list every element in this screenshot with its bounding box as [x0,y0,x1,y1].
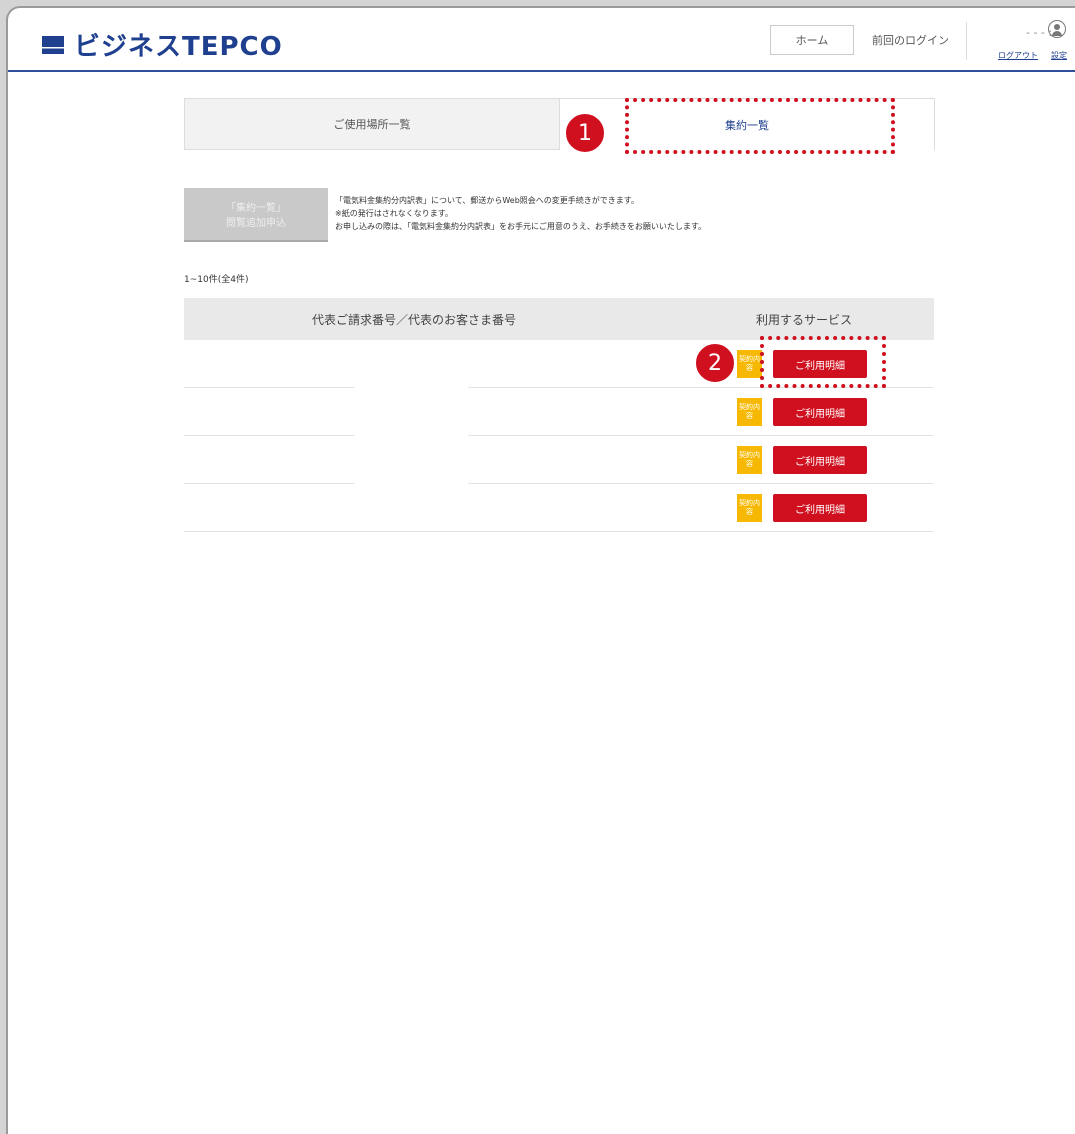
contract-details-button[interactable]: 契約内容 [737,446,762,474]
step-badge-2: 2 [694,342,736,384]
usage-details-button[interactable]: ご利用明細 [773,446,867,474]
table-header: 代表ご請求番号／代表のお客さま番号 利用するサービス [184,298,934,340]
consolidated-view-request-button[interactable]: 「集約一覧」 閲覧追加申込 [184,188,328,242]
table-row: 契約内容 ご利用明細 [184,484,934,532]
request-text-line3: お申し込みの際は、「電気料金集約分内訳表」をお手元にご用意のうえ、お手続きをお願… [335,222,707,231]
request-text-line2: ※紙の発行はされなくなります。 [335,209,453,218]
contract-details-button[interactable]: 契約内容 [737,398,762,426]
last-login-link[interactable]: 前回のログイン [872,32,949,48]
logo[interactable]: ビジネスTEPCO [42,26,283,63]
contract-details-button[interactable]: 契約内容 [737,350,762,378]
request-text-line1: 「電気料金集約分内訳表」について、郵送からWeb照会への変更手続きができます。 [335,196,639,205]
usage-details-button[interactable]: ご利用明細 [773,494,867,522]
column-header-account-number: 代表ご請求番号／代表のお客さま番号 [311,313,516,327]
home-button[interactable]: ホーム [770,25,854,55]
table-row: 契約内容 ご利用明細 [184,340,934,388]
request-description: 「電気料金集約分内訳表」について、郵送からWeb照会への変更手続きができます。 … [335,194,706,233]
step-badge-1: 1 [564,112,606,154]
contract-details-button[interactable]: 契約内容 [737,494,762,522]
request-button-line1: 「集約一覧」 [226,203,286,214]
site-header: ビジネスTEPCO ホーム 前回のログイン - - - : ログアウト 設定 [8,8,1075,72]
result-count: 1~10件(全4件) [184,275,249,285]
logo-text: ビジネスTEPCO [74,32,283,62]
row-divider [184,531,934,532]
table-row: 契約内容 ご利用明細 [184,388,934,436]
user-avatar-icon[interactable] [1048,20,1066,38]
tab-consolidated-list[interactable]: 集約一覧 [560,98,935,150]
browser-frame: ビジネスTEPCO ホーム 前回のログイン - - - : ログアウト 設定 ご… [6,6,1075,1134]
usage-details-button[interactable]: ご利用明細 [773,350,867,378]
logout-link[interactable]: ログアウト [998,50,1038,61]
table-row: 契約内容 ご利用明細 [184,436,934,484]
column-header-services: 利用するサービス [755,313,852,327]
settings-link[interactable]: 設定 [1051,50,1067,61]
logo-mark-icon [42,35,64,54]
header-divider [966,22,967,60]
usage-details-button[interactable]: ご利用明細 [773,398,867,426]
tab-usage-locations[interactable]: ご使用場所一覧 [184,98,560,150]
request-button-line2: 閲覧追加申込 [226,218,286,229]
